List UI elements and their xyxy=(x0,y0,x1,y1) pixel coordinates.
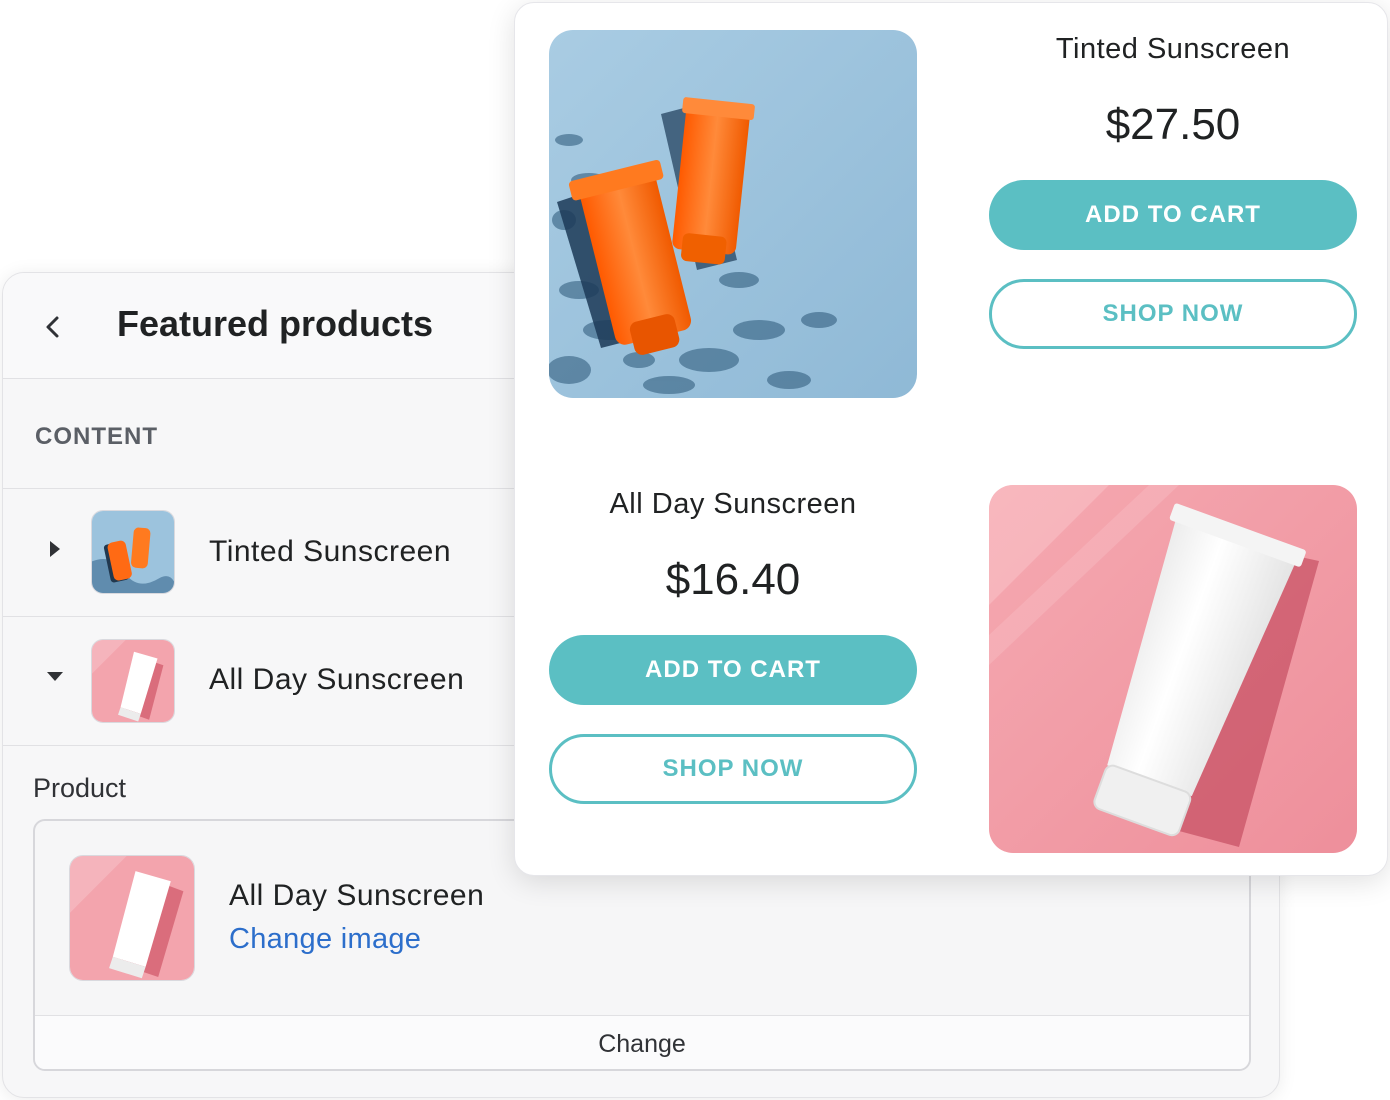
change-product-button[interactable]: Change xyxy=(35,1015,1249,1069)
add-to-cart-button[interactable]: ADD TO CART xyxy=(549,635,917,705)
all-day-sunscreen-image xyxy=(989,485,1357,853)
shop-now-button[interactable]: SHOP NOW xyxy=(989,279,1357,349)
selected-product-name: All Day Sunscreen xyxy=(229,879,485,912)
product-title: All Day Sunscreen xyxy=(609,488,857,520)
content-item-label: Tinted Sunscreen xyxy=(209,535,452,568)
add-to-cart-button[interactable]: ADD TO CART xyxy=(989,180,1357,250)
product-title: Tinted Sunscreen xyxy=(1055,33,1291,65)
caret-down-icon xyxy=(47,672,63,681)
product-price: $27.50 xyxy=(1105,100,1241,149)
product-price: $16.40 xyxy=(665,555,801,604)
page-title: Featured products xyxy=(117,303,434,344)
content-item-label: All Day Sunscreen xyxy=(209,663,465,696)
tinted-sunscreen-thumbnail xyxy=(91,510,175,594)
shop-now-button[interactable]: SHOP NOW xyxy=(549,734,917,804)
section-label-content: CONTENT xyxy=(35,423,158,450)
back-button[interactable] xyxy=(35,309,71,345)
chevron-left-icon xyxy=(46,316,59,338)
all-day-sunscreen-thumbnail xyxy=(91,639,175,723)
storefront-preview: Tinted Sunscreen $27.50 ADD TO CART SHOP… xyxy=(514,2,1388,876)
tinted-sunscreen-image xyxy=(549,30,917,398)
caret-right-icon xyxy=(50,541,60,557)
selected-product-image xyxy=(69,855,195,981)
change-image-link[interactable]: Change image xyxy=(229,923,421,956)
product-field-label: Product xyxy=(33,773,127,803)
